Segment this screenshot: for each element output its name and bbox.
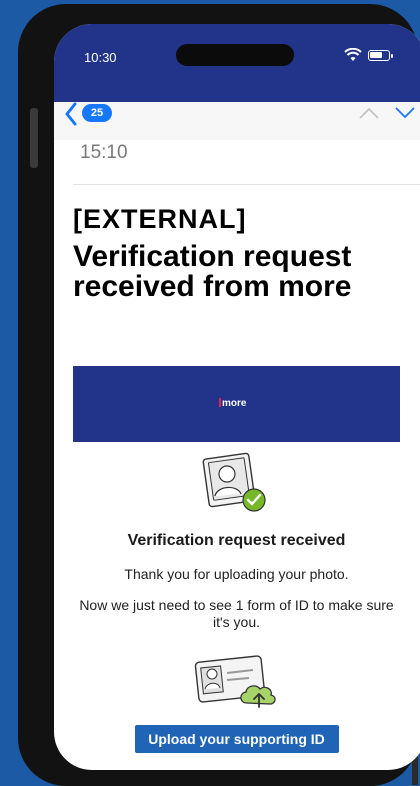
upload-id-button[interactable]: Upload your supporting ID <box>134 725 339 753</box>
external-tag: [EXTERNAL] <box>73 204 247 234</box>
card-heading: Verification request received <box>127 532 346 549</box>
unread-count-badge[interactable]: 25 <box>82 104 112 122</box>
camera-notch <box>176 44 294 66</box>
header-divider <box>73 184 420 185</box>
id-upload-icon <box>187 651 287 713</box>
paragraph-upload-thanks: Thank you for uploading your photo. <box>124 566 349 582</box>
status-time: 10:30 <box>84 50 117 65</box>
brand-logo-text: more <box>222 398 247 409</box>
status-icons <box>344 48 393 62</box>
phone-side-button <box>30 108 38 168</box>
photo-verified-icon <box>200 452 274 518</box>
paragraph-id-request: Now we just need to see 1 form of ID to … <box>79 597 394 630</box>
battery-icon <box>368 49 393 61</box>
mail-navigation-bar: 25 <box>54 102 420 140</box>
phone-frame: 10:30 25 15:10 [EXTERNAL] Verification r… <box>18 4 420 786</box>
back-chevron-icon[interactable] <box>64 102 78 126</box>
email-subject: [EXTERNAL] Verification request received… <box>73 202 403 302</box>
subject-title: Verification request received from more <box>73 240 352 303</box>
status-bar: 10:30 <box>54 24 420 102</box>
chevron-up-icon[interactable] <box>358 106 380 120</box>
logo-accent-bar <box>219 398 221 407</box>
phone-screen: 10:30 25 15:10 [EXTERNAL] Verification r… <box>54 24 420 770</box>
wifi-icon <box>344 48 362 61</box>
brand-logo: more <box>219 398 246 409</box>
email-received-time: 15:10 <box>80 142 128 163</box>
chevron-down-icon[interactable] <box>394 106 416 120</box>
email-body: more Verification request received Thank… <box>73 366 400 753</box>
hero-banner: more <box>73 366 400 442</box>
